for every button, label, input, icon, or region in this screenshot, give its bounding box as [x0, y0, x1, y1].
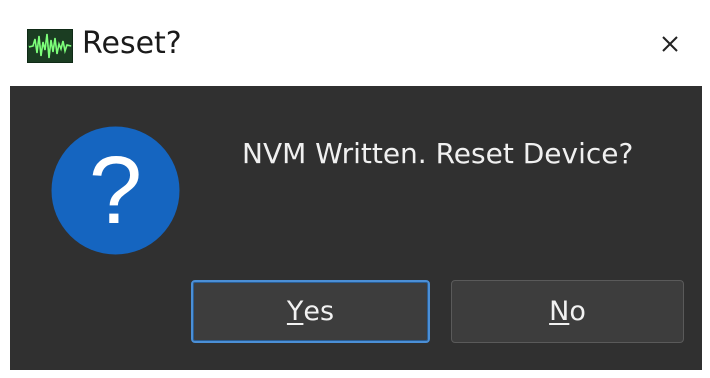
- svg-text:?: ?: [89, 137, 142, 244]
- yes-button-mnemonic: Y: [286, 296, 304, 327]
- close-icon: [648, 22, 692, 66]
- window-bottom-edge: [10, 370, 702, 378]
- yes-button-label: es: [303, 296, 335, 327]
- title-bar[interactable]: Reset?: [0, 0, 710, 86]
- no-button[interactable]: No: [451, 280, 684, 343]
- close-button[interactable]: [648, 22, 692, 66]
- window-title: Reset?: [82, 26, 182, 61]
- question-icon: ?: [50, 125, 181, 256]
- dialog-message: NVM Written. Reset Device?: [242, 137, 634, 170]
- dialog-window: Reset? ? NVM Written. Reset Device? Yes …: [0, 0, 710, 378]
- waveform-monitor-icon: [27, 29, 73, 63]
- dialog-body: ? NVM Written. Reset Device? Yes No: [10, 86, 702, 370]
- no-button-mnemonic: N: [549, 296, 570, 327]
- yes-button[interactable]: Yes: [191, 280, 430, 343]
- no-button-label: o: [569, 296, 586, 327]
